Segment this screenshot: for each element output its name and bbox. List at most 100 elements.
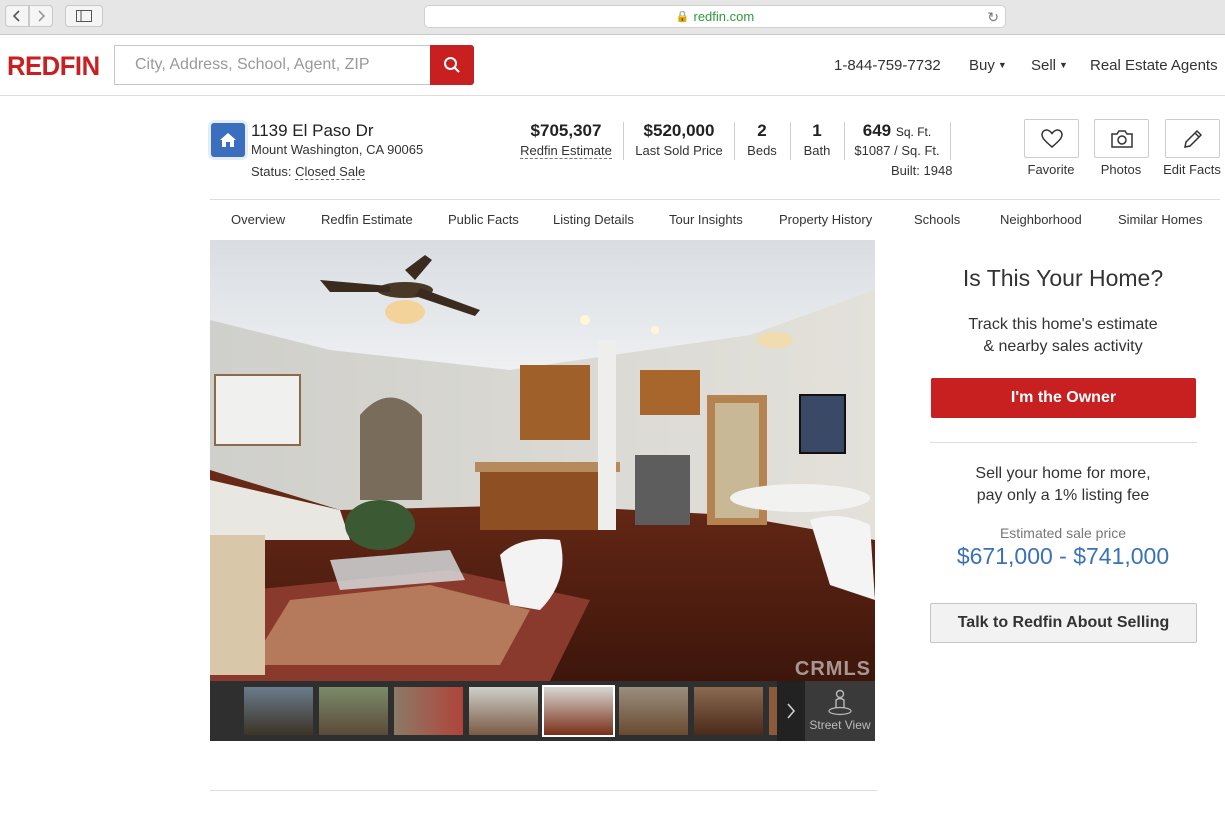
site-header: REDFIN 1-844-759-7732 Buy▼ Sell▼ Real Es… [0, 35, 1225, 96]
sqft-value: 649 [862, 121, 892, 140]
chevron-right-icon [38, 10, 46, 22]
talk-to-redfin-button[interactable]: Talk to Redfin About Selling [930, 603, 1197, 643]
estimate-label[interactable]: Redfin Estimate [520, 143, 612, 159]
sqft-unit: Sq. Ft. [895, 125, 932, 139]
photos-button[interactable] [1094, 119, 1149, 158]
tab-property-history[interactable]: Property History [779, 212, 872, 227]
im-the-owner-button[interactable]: I'm the Owner [931, 378, 1196, 418]
panel-divider [930, 442, 1197, 443]
sold-label: Last Sold Price [635, 143, 723, 158]
tab-redfin-estimate[interactable]: Redfin Estimate [321, 212, 413, 227]
reload-icon[interactable]: ↻ [987, 9, 999, 26]
beds-label: Beds [747, 143, 777, 158]
section-divider [210, 790, 877, 791]
photo-watermark: CRMLS [794, 658, 871, 680]
photo-thumbnail[interactable] [469, 687, 538, 735]
stat-estimate: $705,307 Redfin Estimate [519, 121, 613, 159]
tab-tour-insights[interactable]: Tour Insights [669, 212, 743, 227]
address-city: Mount Washington, CA 90065 [251, 142, 424, 157]
address-bar[interactable]: 🔒 redfin.com ↻ [424, 5, 1006, 28]
lock-icon: 🔒 [675, 11, 690, 23]
search-input[interactable] [114, 45, 431, 85]
owner-panel-title: Is This Your Home? [962, 265, 1164, 291]
stat-divider [790, 122, 791, 160]
living-room-photo [210, 240, 875, 681]
camera-icon [1110, 129, 1133, 148]
tab-similar-homes[interactable]: Similar Homes [1118, 212, 1203, 227]
status-line: Status: Closed Sale [251, 164, 366, 180]
section-tabs: Overview Redfin Estimate Public Facts Li… [210, 199, 1220, 240]
photo-thumbnail[interactable] [619, 687, 688, 735]
sell-pitch: Sell your home for more, pay only a 1% l… [930, 463, 1196, 507]
estimated-sale-label: Estimated sale price [999, 525, 1127, 541]
favorite-button[interactable] [1024, 119, 1079, 158]
photo-thumbnail-active[interactable] [542, 685, 615, 737]
nav-buy[interactable]: Buy ▼ [969, 57, 1007, 74]
chevron-left-icon [12, 10, 20, 22]
edit-facts-button[interactable] [1165, 119, 1220, 158]
next-photos-button[interactable] [777, 681, 805, 741]
photo-thumbnail[interactable] [394, 687, 463, 735]
estimated-sale-range: $671,000 - $741,000 [956, 543, 1170, 569]
address-street: 1139 El Paso Dr [251, 121, 374, 140]
search-button[interactable] [430, 45, 474, 85]
owner-subtitle-line: Track this home's estimate [968, 316, 1158, 333]
street-view-button[interactable]: Street View [805, 681, 875, 741]
tab-listing-details[interactable]: Listing Details [553, 212, 634, 227]
forward-button[interactable] [29, 5, 53, 27]
stat-sold: $520,000 Last Sold Price [633, 121, 725, 158]
stat-sqft: 649 Sq. Ft. $1087 / Sq. Ft. [851, 121, 943, 158]
caret-down-icon: ▼ [997, 60, 1007, 70]
nav-agents[interactable]: Real Estate Agents [1090, 57, 1218, 74]
nav-sell-label: Sell [1031, 57, 1057, 74]
tab-public-facts[interactable]: Public Facts [448, 212, 519, 227]
stat-divider [844, 122, 845, 160]
edit-facts-label: Edit Facts [1163, 162, 1221, 177]
caret-down-icon: ▼ [1059, 60, 1068, 70]
url-text: redfin.com [693, 9, 755, 24]
sidebar-toggle-button[interactable] [65, 5, 103, 27]
home-icon [211, 123, 245, 157]
back-button[interactable] [5, 5, 29, 27]
owner-panel-subtitle: Track this home's estimate & nearby sale… [930, 314, 1196, 358]
thumbnail-strip: Street View [210, 681, 875, 741]
price-per-sqft: $1087 / Sq. Ft. [854, 143, 940, 158]
bath-value: 1 [812, 121, 822, 140]
pencil-icon [1183, 129, 1202, 148]
main-photo[interactable]: CRMLS [210, 240, 875, 681]
photo-thumbnail[interactable] [694, 687, 763, 735]
favorite-label: Favorite [1027, 162, 1075, 177]
status-value[interactable]: Closed Sale [295, 164, 366, 180]
photo-thumbnail[interactable] [244, 687, 313, 735]
sidebar-icon [76, 10, 92, 22]
nav-buy-label: Buy [969, 57, 995, 74]
tab-overview[interactable]: Overview [231, 212, 285, 227]
stat-bath: 1 Bath [798, 121, 836, 158]
tab-schools[interactable]: Schools [914, 212, 960, 227]
status-label: Status: [251, 164, 292, 179]
nav-sell[interactable]: Sell ▼ [1031, 57, 1068, 74]
sell-pitch-line: pay only a 1% listing fee [976, 487, 1150, 504]
pegman-icon [828, 689, 852, 716]
browser-toolbar: 🔒 redfin.com ↻ [0, 0, 1225, 35]
owner-subtitle-line: & nearby sales activity [983, 338, 1143, 355]
bath-label: Bath [803, 143, 831, 158]
photo-thumbnail[interactable] [769, 687, 777, 735]
year-built: Built: 1948 [891, 163, 953, 178]
photos-label: Photos [1100, 162, 1142, 177]
street-view-label: Street View [809, 718, 871, 732]
stat-divider [623, 122, 624, 160]
sell-pitch-line: Sell your home for more, [975, 465, 1151, 482]
photo-thumbnail[interactable] [319, 687, 388, 735]
tab-neighborhood[interactable]: Neighborhood [1000, 212, 1082, 227]
estimate-value: $705,307 [530, 121, 602, 140]
stat-divider [734, 122, 735, 160]
sold-value: $520,000 [643, 121, 715, 140]
stat-divider [950, 122, 951, 160]
stat-beds: 2 Beds [742, 121, 782, 158]
phone-number[interactable]: 1-844-759-7732 [834, 57, 941, 74]
heart-icon [1040, 128, 1063, 148]
redfin-logo[interactable]: REDFIN [7, 51, 100, 82]
beds-value: 2 [757, 121, 767, 140]
chevron-right-icon [787, 703, 796, 719]
